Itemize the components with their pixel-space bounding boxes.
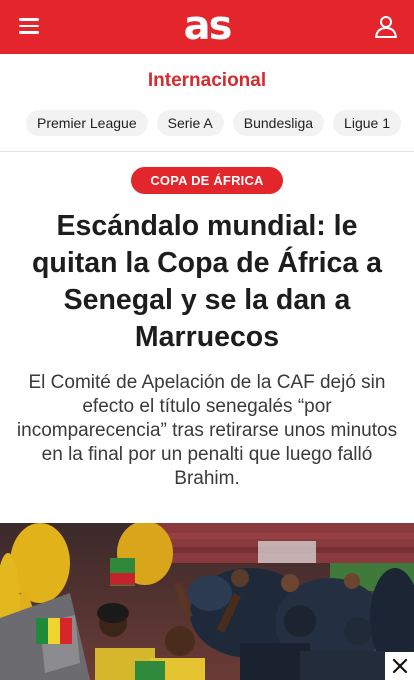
site-logo[interactable]: as xyxy=(0,4,414,48)
section-title[interactable]: Internacional xyxy=(0,70,414,92)
chip-ligue-1[interactable]: Ligue 1 xyxy=(333,110,401,136)
league-nav: Premier League Serie A Bundesliga Ligue … xyxy=(26,110,401,136)
category-tag[interactable]: COPA DE ÁFRICA xyxy=(131,167,283,194)
article-headline: Escándalo mundial: le quitan la Copa de … xyxy=(32,210,382,353)
chip-bundesliga[interactable]: Bundesliga xyxy=(232,110,325,136)
top-app-bar: as xyxy=(0,0,414,54)
user-account-icon[interactable] xyxy=(373,14,399,40)
divider xyxy=(0,151,414,152)
chip-premier-league[interactable]: Premier League xyxy=(26,110,148,136)
article-photo xyxy=(0,523,414,680)
chip-serie-a[interactable]: Serie A xyxy=(156,110,224,136)
article-subtitle: El Comité de Apelación de la CAF dejó si… xyxy=(16,372,398,489)
close-icon[interactable] xyxy=(385,652,414,680)
